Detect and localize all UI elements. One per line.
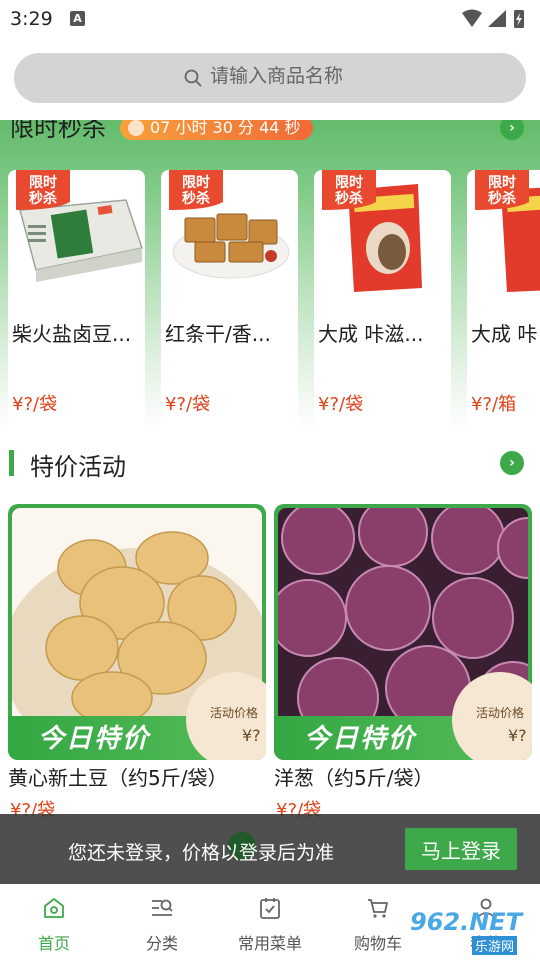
special-product-name: 黄心新土豆（约5斤/袋） [8,766,228,790]
search-icon [184,69,202,87]
special-product-frame: 今日特价 活动价格 ¥? [274,504,532,760]
today-special-text: 今日特价 [304,724,417,754]
cart-icon [368,899,388,918]
flash-sale-card[interactable]: 限时 秒杀 大成 咔 ¥?/箱 [467,170,540,428]
watermark-logo: 962.NET 乐游网 [402,906,532,956]
nav-label-category: 分类 [145,934,178,953]
flash-tag-line2: 秒杀 [335,190,363,207]
nav-item-category[interactable]: 分类 [108,884,216,960]
flash-sale-tag: 限时 秒杀 [475,170,529,210]
today-special-text: 今日特价 [38,724,151,754]
special-more-button[interactable]: › [500,451,524,475]
special-product-frame: 今日特价 活动价格 ¥? [8,504,266,760]
activity-price-label: 活动价格 [210,706,259,720]
flash-tag-line1: 限时 [182,174,210,191]
wifi-icon [462,9,482,27]
section-accent-bar [9,450,14,476]
countdown-text: 07 小时 30 分 44 秒 [150,118,301,137]
countdown-pig-icon [128,120,144,136]
special-section-title: 特价活动 [30,453,126,481]
flash-tag-line1: 限时 [335,174,363,191]
nav-label-home: 首页 [37,934,70,953]
status-bar: 3:29 A [0,0,540,40]
flash-sale-tag: 限时 秒杀 [169,170,223,210]
status-icons [462,9,524,28]
flash-sale-product-price: ¥?/箱 [471,394,517,415]
flash-sale-tag: 限时 秒杀 [322,170,376,210]
battery-icon [514,10,524,28]
category-search-icon [152,899,173,916]
flash-sale-product-name: 红条干/香... [165,322,271,346]
flash-tag-line1: 限时 [488,174,516,191]
special-product-name: 洋葱（约5斤/袋） [274,766,434,790]
flash-tag-line2: 秒杀 [29,190,57,207]
special-product-card[interactable]: 今日特价 活动价格 ¥? 洋葱（约5斤/袋） ¥?/袋 [274,504,532,834]
flash-tag-line2: 秒杀 [488,190,516,207]
flash-sale-product-price: ¥?/袋 [165,394,211,415]
search-area [0,40,540,120]
nav-item-home[interactable]: 首页 [0,884,108,960]
activity-price-value: ¥? [508,726,527,745]
signal-icon [488,10,506,27]
nav-label-menu: 常用菜单 [237,934,302,953]
status-time: 3:29 [10,8,53,30]
home-icon [44,898,64,918]
search-box[interactable] [14,53,526,103]
flash-sale-product-name: 柴火盐卤豆... [12,322,132,346]
activity-price-value: ¥? [242,726,261,745]
chevron-right-icon: › [509,455,515,471]
flash-tag-line2: 秒杀 [182,190,210,207]
login-toast-message: 您还未登录，价格以登录后为准 [68,842,335,864]
watermark-sub: 乐游网 [472,936,518,955]
notification-letter: A [73,12,82,25]
watermark-text: 962.NET [410,908,523,936]
flash-tag-line1: 限时 [29,174,57,191]
clipboard-check-icon [260,898,280,919]
flash-sale-product-name: 大成 咔 [471,322,538,346]
search-input[interactable] [210,65,470,87]
flash-sale-card[interactable]: 限时 秒杀 红条干/香... ¥?/袋 [161,170,298,428]
flash-sale-tag: 限时 秒杀 [16,170,70,210]
login-toast: 您还未登录，价格以登录后为准 马上登录 [0,814,540,884]
flash-sale-product-price: ¥?/袋 [12,394,58,415]
login-button[interactable]: 马上登录 [405,828,517,870]
flash-sale-product-price: ¥?/袋 [318,394,364,415]
nav-item-menu[interactable]: 常用菜单 [216,884,324,960]
activity-price-label: 活动价格 [476,706,525,720]
flash-sale-card[interactable]: 限时 秒杀 大成 咔滋... ¥?/袋 [314,170,451,428]
notification-icon: A [70,11,85,26]
special-product-card[interactable]: 今日特价 活动价格 ¥? 黄心新土豆（约5斤/袋） ¥?/袋 [8,504,266,834]
flash-sale-product-name: 大成 咔滋... [318,322,424,346]
flash-sale-card[interactable]: 限时 秒杀 柴火盐卤豆... ¥?/袋 [8,170,145,428]
